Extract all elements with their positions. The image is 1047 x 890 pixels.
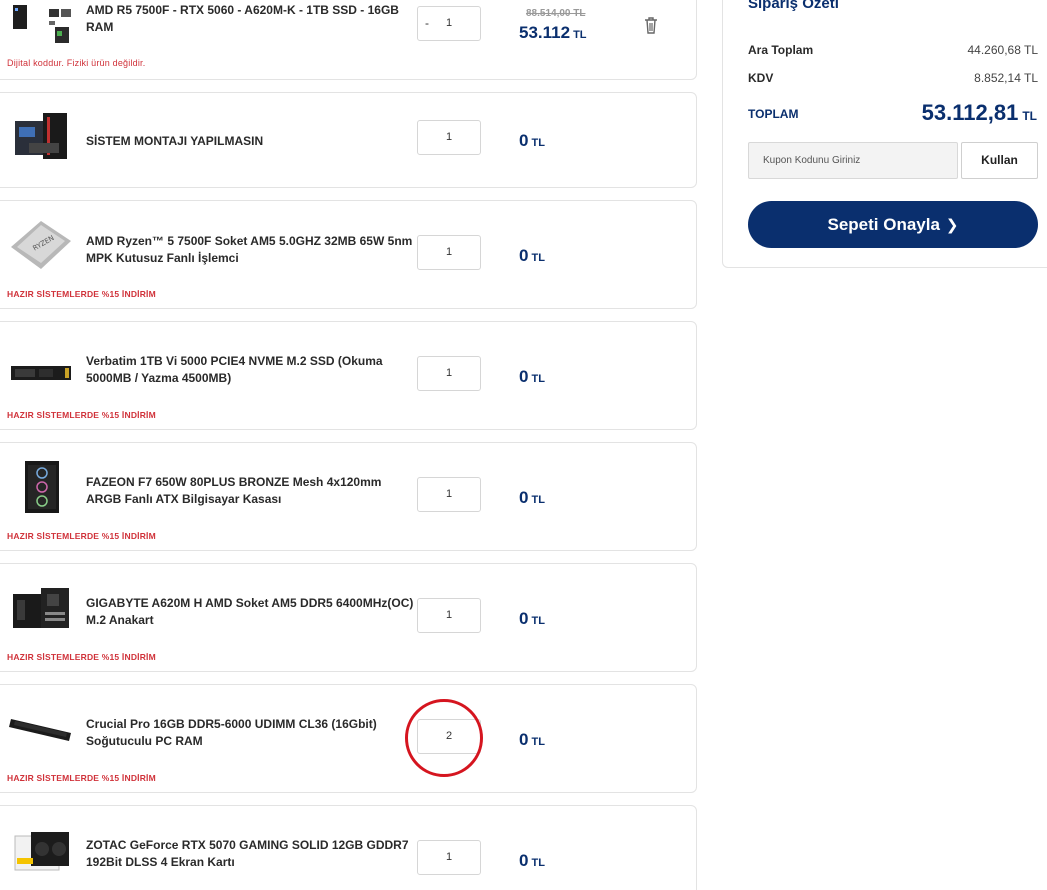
item-note: HAZIR SİSTEMLERDE %15 İNDİRİM (7, 652, 156, 662)
cart-item: GIGABYTE A620M H AMD Soket AM5 DDR5 6400… (0, 563, 697, 672)
subtotal-row: Ara Toplam 44.260,68 TL (748, 43, 1038, 57)
item-name: FAZEON F7 650W 80PLUS BRONZE Mesh 4x120m… (86, 475, 382, 506)
item-price: 0 TL (519, 851, 545, 871)
tax-row: KDV 8.852,14 TL (748, 71, 1038, 85)
order-summary: Sipariş Özeti Ara Toplam 44.260,68 TL KD… (722, 0, 1047, 268)
subtotal-value: 44.260,68 TL (967, 43, 1038, 57)
quantity-input[interactable]: - 1 (417, 6, 481, 41)
price-value: 0 (519, 367, 529, 386)
price-value: 0 (519, 488, 529, 507)
item-price: 0 TL (519, 730, 545, 750)
item-price: 0 TL (519, 367, 545, 387)
cart-item: SİSTEM MONTAJI YAPILMASIN 1 0 TL (0, 92, 697, 188)
tax-value: 8.852,14 TL (974, 71, 1038, 85)
price-value: 0 (519, 246, 529, 265)
price-value: 0 (519, 851, 529, 870)
cpu-icon: RYZEN (11, 221, 71, 269)
item-price: 0 TL (519, 246, 545, 266)
cart-item: Crucial Pro 16GB DDR5-6000 UDIMM CL36 (1… (0, 684, 697, 793)
item-name: Crucial Pro 16GB DDR5-6000 UDIMM CL36 (1… (86, 717, 377, 748)
quantity-input[interactable]: 2 (417, 719, 481, 754)
total-label: TOPLAM (748, 107, 799, 121)
quantity-input[interactable]: 1 (417, 120, 481, 155)
case-icon (25, 461, 59, 513)
confirm-label: Sepeti Onayla (827, 215, 940, 234)
price-currency: TL (531, 252, 545, 264)
item-name: SİSTEM MONTAJI YAPILMASIN (86, 134, 264, 148)
item-price: 53.112 TL (519, 23, 587, 43)
item-note: HAZIR SİSTEMLERDE %15 İNDİRİM (7, 410, 156, 420)
item-note: HAZIR SİSTEMLERDE %15 İNDİRİM (7, 289, 156, 299)
quantity-input[interactable]: 1 (417, 356, 481, 391)
ram-icon (9, 719, 71, 741)
subtotal-label: Ara Toplam (748, 43, 814, 57)
chevron-right-icon: ❯ (945, 217, 959, 234)
gpu-icon (14, 832, 69, 871)
old-price: 88.514,00 TL (526, 8, 586, 19)
price-value: 0 (519, 609, 529, 628)
quantity-value: 1 (445, 246, 453, 258)
price-currency: TL (531, 736, 545, 748)
quantity-value: 1 (445, 851, 453, 863)
item-note: Dijital koddur. Fiziki ürün değildir. (7, 58, 146, 68)
quantity-input[interactable]: 1 (417, 477, 481, 512)
price-value: 0 (519, 131, 529, 150)
item-note: HAZIR SİSTEMLERDE %15 İNDİRİM (7, 531, 156, 541)
item-price: 0 TL (519, 609, 545, 629)
coupon-input[interactable]: Kupon Kodunu Giriniz (748, 142, 958, 179)
total-value: 53.112,81 TL (922, 100, 1037, 126)
price-value: 53.112 (519, 23, 571, 42)
price-value: 0 (519, 730, 529, 749)
item-price: 0 TL (519, 131, 545, 151)
price-currency: TL (573, 29, 587, 41)
apply-coupon-button[interactable]: Kullan (961, 142, 1038, 179)
item-name: AMD Ryzen™ 5 7500F Soket AM5 5.0GHZ 32MB… (86, 234, 413, 265)
total-currency: TL (1022, 109, 1037, 123)
item-name: GIGABYTE A620M H AMD Soket AM5 DDR5 6400… (86, 596, 414, 627)
quantity-input[interactable]: 1 (417, 840, 481, 875)
ssd-icon (11, 366, 71, 380)
item-note: HAZIR SİSTEMLERDE %15 İNDİRİM (7, 773, 156, 783)
item-name: ZOTAC GeForce RTX 5070 GAMING SOLID 12GB… (86, 838, 409, 869)
item-name: AMD R5 7500F - RTX 5060 - A620M-K - 1TB … (86, 3, 399, 34)
quantity-value: 2 (445, 730, 453, 742)
item-name: Verbatim 1TB Vi 5000 PCIE4 NVME M.2 SSD … (86, 354, 383, 385)
assembly-icon (15, 113, 67, 159)
motherboard-icon (13, 588, 69, 628)
quantity-value: 1 (445, 488, 453, 500)
price-currency: TL (531, 857, 545, 869)
total-amount: 53.112,81 (921, 100, 1019, 125)
quantity-value: 1 (445, 131, 453, 143)
trash-icon[interactable] (642, 15, 660, 35)
price-currency: TL (531, 137, 545, 149)
cart-item: ZOTAC GeForce RTX 5070 GAMING SOLID 12GB… (0, 805, 697, 890)
decrease-button[interactable]: - (425, 7, 429, 40)
summary-title: Sipariş Özeti (748, 0, 839, 12)
cart-item: Verbatim 1TB Vi 5000 PCIE4 NVME M.2 SSD … (0, 321, 697, 430)
tax-label: KDV (748, 71, 774, 85)
quantity-value: 1 (445, 367, 453, 379)
cart-item: AMD R5 7500F - RTX 5060 - A620M-K - 1TB … (0, 0, 697, 80)
price-currency: TL (531, 373, 545, 385)
cart-item: FAZEON F7 650W 80PLUS BRONZE Mesh 4x120m… (0, 442, 697, 551)
price-currency: TL (531, 494, 545, 506)
item-price: 0 TL (519, 488, 545, 508)
quantity-input[interactable]: 1 (417, 235, 481, 270)
quantity-input[interactable]: 1 (417, 598, 481, 633)
pc-bundle-icon (13, 5, 71, 43)
confirm-cart-button[interactable]: Sepeti Onayla ❯ (748, 201, 1038, 248)
cart-item: RYZEN AMD Ryzen™ 5 7500F Soket AM5 5.0GH… (0, 200, 697, 309)
price-currency: TL (531, 615, 545, 627)
quantity-value: 1 (445, 17, 453, 29)
quantity-value: 1 (445, 609, 453, 621)
